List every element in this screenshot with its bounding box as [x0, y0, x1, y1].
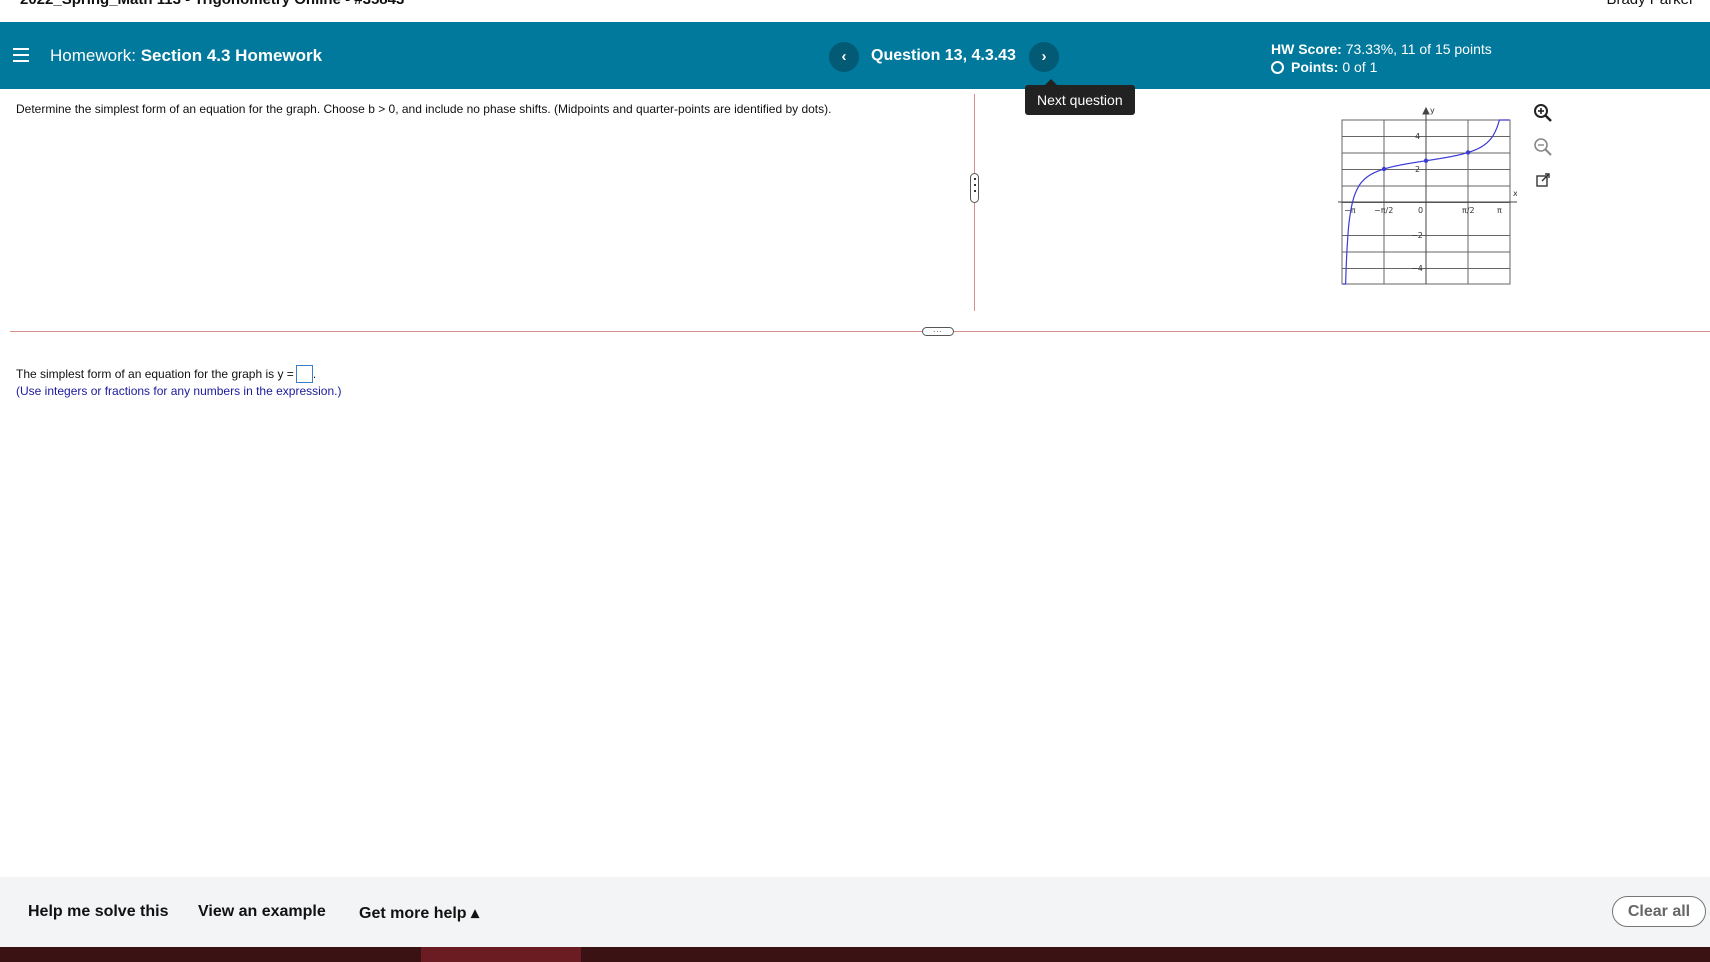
tangent-graph: x y −π −π/2 0 π/2 π 4 2 −2 −4: [1338, 106, 1517, 285]
answer-hint: (Use integers or fractions for any numbe…: [16, 384, 342, 398]
curve-dot: [1423, 158, 1429, 163]
homework-header: Homework: Section 4.3 Homework ‹ Questio…: [0, 22, 1710, 89]
points-label: Points:: [1291, 59, 1339, 75]
answer-lead-text: The simplest form of an equation for the…: [16, 367, 294, 381]
zoom-in-icon[interactable]: [1532, 102, 1554, 124]
previous-question-button[interactable]: ‹: [829, 42, 859, 72]
horizontal-divider: [10, 331, 1710, 332]
incomplete-circle-icon: [1271, 61, 1284, 74]
score-panel: HW Score: 73.33%, 11 of 15 points Points…: [1271, 40, 1492, 76]
taskbar-active-item[interactable]: [421, 947, 581, 962]
y-tick-neg-2: −2: [1411, 231, 1423, 240]
user-name[interactable]: Brady Parker: [1606, 0, 1694, 8]
y-tick-4: 4: [1415, 132, 1420, 141]
os-taskbar: [0, 947, 1710, 962]
hw-score-value: 73.33%, 11 of 15 points: [1345, 41, 1492, 57]
zoom-out-icon[interactable]: [1532, 136, 1554, 158]
hw-score-label: HW Score:: [1271, 41, 1342, 57]
clear-all-button[interactable]: Clear all: [1612, 896, 1706, 927]
points: Points: 0 of 1: [1271, 58, 1492, 76]
vertical-resize-handle[interactable]: [970, 173, 979, 203]
answer-line: The simplest form of an equation for the…: [16, 365, 316, 383]
next-question-button[interactable]: ›: [1029, 42, 1059, 72]
help-me-solve-button[interactable]: Help me solve this: [28, 903, 169, 921]
next-question-tooltip: Next question: [1025, 79, 1135, 115]
popout-icon[interactable]: [1532, 169, 1554, 191]
get-more-help-button[interactable]: Get more help ▴: [359, 903, 479, 923]
curve-dot: [1381, 166, 1387, 172]
x-tick-pi: π: [1497, 206, 1502, 215]
question-prompt: Determine the simplest form of an equati…: [16, 102, 832, 116]
course-title-strip: 2022_Spring_Math 113 - Trigonometry Onli…: [0, 0, 1710, 22]
homework-prefix: Homework:: [50, 46, 136, 65]
hw-score: HW Score: 73.33%, 11 of 15 points: [1271, 40, 1492, 58]
x-tick-zero: 0: [1418, 206, 1423, 215]
x-axis-label: x: [1513, 189, 1517, 198]
answer-trailing: .: [312, 367, 317, 381]
y-tick-neg-4: −4: [1411, 264, 1423, 273]
course-title: 2022_Spring_Math 113 - Trigonometry Onli…: [20, 0, 404, 8]
footer-bar: Help me solve this View an example Get m…: [0, 877, 1710, 947]
hamburger-menu-icon[interactable]: [13, 48, 29, 62]
view-example-button[interactable]: View an example: [198, 903, 326, 921]
graph-axes: [1338, 106, 1517, 284]
x-tick-neg-half-pi: −π/2: [1374, 206, 1393, 215]
points-value: 0 of 1: [1342, 59, 1378, 75]
question-label: Question 13, 4.3.43: [871, 47, 1016, 64]
homework-title: Homework: Section 4.3 Homework: [50, 46, 322, 66]
x-tick-half-pi: π/2: [1462, 206, 1475, 215]
answer-input[interactable]: [295, 365, 313, 383]
homework-name: Section 4.3 Homework: [140, 46, 323, 65]
y-tick-2: 2: [1415, 165, 1420, 174]
horizontal-resize-handle[interactable]: ...: [922, 326, 954, 336]
y-axis-label: y: [1430, 106, 1435, 115]
curve-dot: [1465, 150, 1471, 155]
